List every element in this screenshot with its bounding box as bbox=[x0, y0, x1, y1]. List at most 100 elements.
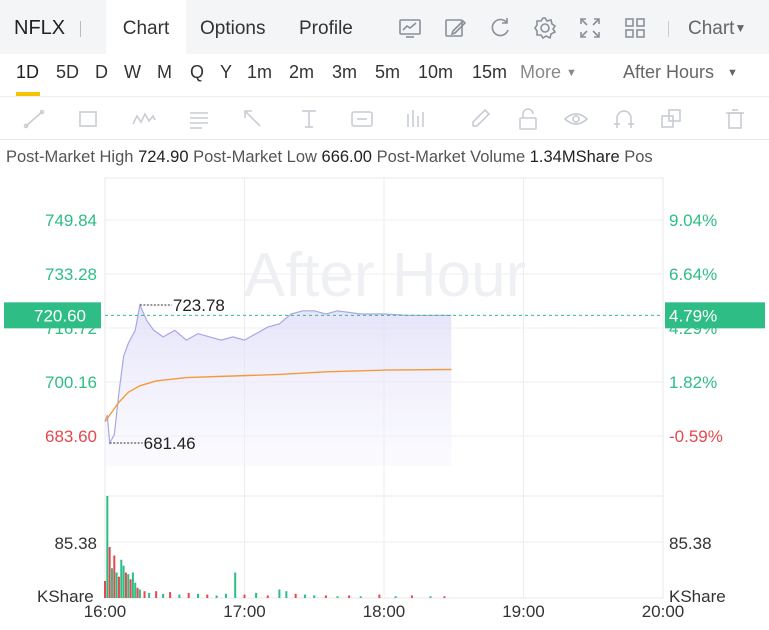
layout-grid-icon[interactable] bbox=[621, 14, 649, 42]
volume-bar bbox=[143, 591, 146, 598]
volume-bar bbox=[169, 592, 172, 598]
label-tool-icon[interactable] bbox=[349, 106, 375, 132]
volume-bar bbox=[127, 574, 130, 598]
volume-bar bbox=[138, 589, 141, 598]
interval-w[interactable]: W bbox=[124, 62, 141, 83]
refresh-icon[interactable] bbox=[486, 14, 514, 42]
volume-bar bbox=[215, 595, 218, 598]
volume-bar bbox=[266, 595, 269, 598]
interval-1m[interactable]: 1m bbox=[247, 62, 272, 83]
interval-10m[interactable]: 10m bbox=[418, 62, 453, 83]
volume-bars bbox=[104, 496, 446, 598]
ticker-symbol: NFLX bbox=[14, 17, 66, 39]
volume-bar bbox=[224, 593, 227, 598]
volume-bar bbox=[429, 596, 432, 598]
session-dropdown[interactable]: After Hours ▼ bbox=[623, 62, 738, 83]
settings-icon[interactable] bbox=[531, 14, 559, 42]
volume-bar bbox=[134, 582, 137, 598]
volume-bar bbox=[113, 555, 116, 598]
time-axis-tick: 17:00 bbox=[223, 602, 266, 621]
post-market-volume-label: Post-Market Volume bbox=[376, 148, 526, 166]
interval-1d[interactable]: 1D bbox=[16, 62, 39, 83]
volume-bar bbox=[178, 594, 181, 598]
volume-bar bbox=[378, 594, 381, 598]
interval-5d[interactable]: 5D bbox=[56, 62, 79, 83]
volume-bar bbox=[104, 581, 106, 598]
lock-icon[interactable] bbox=[515, 106, 541, 132]
volume-bar bbox=[115, 572, 118, 598]
tab-profile[interactable]: Profile bbox=[299, 0, 353, 54]
price-axis-tick: 749.84 bbox=[45, 211, 97, 230]
volume-bar bbox=[110, 568, 113, 598]
post-market-high-label: Post-Market High bbox=[6, 148, 134, 166]
more-label: More bbox=[520, 62, 562, 82]
trend-line-icon[interactable] bbox=[22, 106, 48, 132]
low-marker-label: 681.46 bbox=[144, 434, 196, 453]
post-market-high-value: 724.90 bbox=[138, 148, 189, 166]
volume-axis-tick: 85.38 bbox=[54, 534, 97, 553]
percent-axis-tick: 1.82% bbox=[669, 373, 717, 392]
volume-axis-tick-right: 85.38 bbox=[669, 534, 712, 553]
volume-bar bbox=[129, 579, 132, 598]
volume-bar bbox=[148, 592, 151, 598]
volume-bar bbox=[108, 547, 111, 598]
bar-pattern-icon[interactable] bbox=[402, 106, 428, 132]
percent-axis-tick: 6.64% bbox=[669, 265, 717, 284]
price-axis-tick: 733.28 bbox=[45, 265, 97, 284]
volume-bar bbox=[197, 593, 199, 598]
volume-bar bbox=[294, 593, 297, 598]
volume-bar bbox=[187, 592, 190, 598]
rectangle-icon[interactable] bbox=[75, 106, 101, 132]
interval-5m[interactable]: 5m bbox=[375, 62, 400, 83]
time-axis-tick: 18:00 bbox=[363, 602, 406, 621]
interval-y[interactable]: Y bbox=[220, 62, 232, 83]
interval-2m[interactable]: 2m bbox=[289, 62, 314, 83]
trash-icon[interactable] bbox=[722, 106, 748, 132]
volume-bar bbox=[394, 596, 397, 598]
volume-bar bbox=[234, 572, 237, 598]
volume-bar bbox=[120, 559, 123, 598]
volume-bar bbox=[443, 596, 446, 598]
tab-options[interactable]: Options bbox=[200, 0, 265, 54]
chart-type-label: Chart bbox=[688, 18, 735, 39]
interval-q[interactable]: Q bbox=[190, 62, 204, 83]
volume-bar bbox=[313, 595, 316, 598]
more-intervals-dropdown[interactable]: More ▼ bbox=[520, 62, 577, 83]
wave-pattern-icon[interactable] bbox=[131, 106, 157, 132]
tab-chart[interactable]: Chart bbox=[106, 0, 186, 54]
volume-bar bbox=[243, 594, 246, 598]
fibonacci-icon[interactable] bbox=[186, 106, 212, 132]
post-market-volume-value: 1.34MShare bbox=[529, 148, 620, 166]
divider bbox=[668, 21, 669, 37]
text-tool-icon[interactable] bbox=[296, 106, 322, 132]
percent-axis-tick: 9.04% bbox=[669, 211, 717, 230]
volume-bar bbox=[278, 589, 281, 598]
interval-3m[interactable]: 3m bbox=[332, 62, 357, 83]
interval-m[interactable]: M bbox=[157, 62, 172, 83]
chart-type-dropdown[interactable]: Chart▼ bbox=[688, 18, 746, 40]
magnet-icon[interactable] bbox=[611, 106, 637, 132]
interval-15m[interactable]: 15m bbox=[472, 62, 507, 83]
arrow-tool-icon[interactable] bbox=[240, 106, 266, 132]
brush-icon[interactable] bbox=[467, 106, 493, 132]
time-axis-tick: 16:00 bbox=[84, 602, 127, 621]
volume-bar bbox=[410, 595, 413, 598]
percent-axis-tick: -0.59% bbox=[669, 427, 723, 446]
volume-bar bbox=[155, 591, 158, 598]
price-chart[interactable]: After Hour 723.78681.46 749.84733.28716.… bbox=[0, 176, 769, 630]
fullscreen-icon[interactable] bbox=[576, 14, 604, 42]
interval-bar: 1D 5D D W M Q Y 1m 2m 3m 5m 10m 15m More… bbox=[0, 54, 769, 96]
edit-icon[interactable] bbox=[441, 14, 469, 42]
layers-icon[interactable] bbox=[658, 106, 684, 132]
visibility-eye-icon[interactable] bbox=[563, 106, 589, 132]
top-tab-bar: NFLX Chart Options Profile Chart▼ bbox=[0, 0, 769, 54]
time-axis-tick: 19:00 bbox=[502, 602, 545, 621]
price-axis-tick: 683.60 bbox=[45, 427, 97, 446]
current-change-tag-label: 4.79% bbox=[669, 306, 717, 325]
indicator-chart-icon[interactable] bbox=[396, 14, 424, 42]
volume-bar bbox=[359, 596, 362, 598]
right-percent-axis: 9.04%6.64%4.29%1.82%-0.59%85.38KShare bbox=[669, 211, 726, 606]
interval-d[interactable]: D bbox=[95, 62, 108, 83]
volume-bar bbox=[117, 576, 120, 598]
post-market-stats: Post-Market High 724.90 Post-Market Low … bbox=[6, 148, 653, 167]
